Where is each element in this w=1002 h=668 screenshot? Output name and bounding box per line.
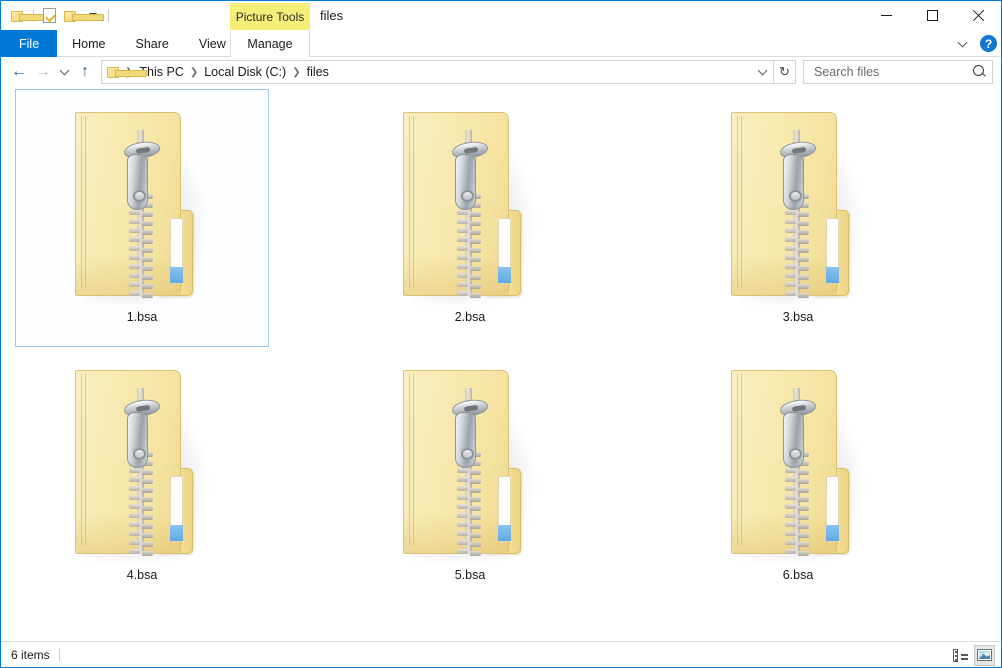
help-button[interactable]: ? xyxy=(980,35,997,52)
search-box[interactable] xyxy=(803,60,993,84)
window-title-label: files xyxy=(320,8,344,23)
close-icon xyxy=(972,9,985,22)
zipped-folder-icon xyxy=(723,364,873,560)
chevron-down-icon xyxy=(59,65,69,76)
window-controls xyxy=(863,1,1001,30)
ribbon-collapse-button[interactable] xyxy=(951,33,973,55)
file-item-1[interactable]: 1.bsa xyxy=(15,89,269,347)
recent-locations-button[interactable] xyxy=(55,60,73,84)
tab-file-label: File xyxy=(19,36,40,51)
file-item-3[interactable]: 3.bsa xyxy=(671,89,925,347)
up-arrow-icon: ↑ xyxy=(81,63,89,80)
tab-manage-label: Manage xyxy=(247,36,293,51)
file-item-4[interactable]: 4.bsa xyxy=(15,347,269,605)
file-item-6[interactable]: 6.bsa xyxy=(671,347,925,605)
address-bar: ← → ↑ ❯ This PC ❯ Local Disk (C:) ❯ file… xyxy=(1,57,1001,87)
zipped-folder-icon xyxy=(723,106,873,302)
folder-icon[interactable] xyxy=(7,5,51,27)
minimize-icon xyxy=(880,15,892,16)
zipped-folder-icon xyxy=(67,106,217,302)
up-button[interactable]: ↑ xyxy=(73,60,97,84)
view-mode-buttons xyxy=(950,642,995,668)
zipped-folder-icon xyxy=(67,364,217,560)
forward-button[interactable]: → xyxy=(31,60,55,84)
icon-grid: 1.bsa 2.bsa 3.bsa 4.bsa 5.bsa 6.bsa xyxy=(15,89,987,605)
tab-home[interactable]: Home xyxy=(57,30,120,57)
folder-icon xyxy=(107,66,147,78)
minimize-button[interactable] xyxy=(863,1,909,30)
status-divider xyxy=(58,648,60,661)
file-list-view[interactable]: 1.bsa 2.bsa 3.bsa 4.bsa 5.bsa 6.bsa xyxy=(1,87,1001,641)
folder-glyph xyxy=(11,10,51,22)
back-arrow-icon: ← xyxy=(11,63,27,80)
large-icons-view-icon xyxy=(977,649,992,661)
details-view-icon xyxy=(953,648,968,662)
zipped-folder-icon xyxy=(395,364,545,560)
chevron-down-icon xyxy=(957,37,967,47)
breadcrumb: ❯ This PC ❯ Local Disk (C:) ❯ files xyxy=(107,65,753,79)
contextual-tab-banner: Picture Tools xyxy=(230,3,310,30)
breadcrumb-separator: ❯ xyxy=(189,66,199,78)
tab-home-label: Home xyxy=(72,36,106,51)
chevron-down-icon xyxy=(757,65,767,76)
maximize-icon xyxy=(926,10,938,21)
breadcrumb-bar[interactable]: ❯ This PC ❯ Local Disk (C:) ❯ files xyxy=(101,60,774,84)
file-item-2[interactable]: 2.bsa xyxy=(343,89,597,347)
help-label: ? xyxy=(984,36,993,51)
file-item-label: 1.bsa xyxy=(126,310,158,324)
details-view-button[interactable] xyxy=(950,645,971,666)
refresh-button[interactable]: ↻ xyxy=(774,60,796,84)
back-button[interactable]: ← xyxy=(7,60,31,84)
status-bar: 6 items xyxy=(1,641,1001,667)
close-button[interactable] xyxy=(955,1,1001,30)
tab-file[interactable]: File xyxy=(1,30,58,57)
file-explorer-window: Picture Tools files File Home Share View xyxy=(0,0,1002,668)
window-title: files xyxy=(320,1,343,30)
maximize-button[interactable] xyxy=(909,1,955,30)
breadcrumb-item-files[interactable]: files xyxy=(302,65,334,79)
address-dropdown-button[interactable] xyxy=(753,61,771,83)
file-item-label: 3.bsa xyxy=(782,310,814,324)
tab-share-label: Share xyxy=(135,36,169,51)
file-item-label: 6.bsa xyxy=(782,568,814,582)
search-input[interactable] xyxy=(812,64,973,80)
tab-share[interactable]: Share xyxy=(121,30,184,57)
contextual-tab-banner-label: Picture Tools xyxy=(235,9,305,24)
file-item-label: 5.bsa xyxy=(454,568,486,582)
search-icon[interactable] xyxy=(973,65,987,79)
breadcrumb-separator: ❯ xyxy=(292,66,301,78)
refresh-icon: ↻ xyxy=(779,64,790,79)
ribbon-tab-strip: File Home Share View Manage ? xyxy=(1,30,1001,57)
title-bar: Picture Tools files xyxy=(1,1,1001,30)
large-icons-view-button[interactable] xyxy=(974,644,995,666)
breadcrumb-item-local-disk[interactable]: Local Disk (C:) xyxy=(199,65,291,79)
file-item-5[interactable]: 5.bsa xyxy=(343,347,597,605)
toolbar-divider xyxy=(108,9,109,22)
file-item-label: 4.bsa xyxy=(126,568,158,582)
ribbon-right-controls: ? xyxy=(951,30,997,57)
new-folder-icon[interactable] xyxy=(60,5,104,27)
folder-glyph xyxy=(64,10,104,22)
document-check-glyph xyxy=(42,8,56,23)
file-item-label: 2.bsa xyxy=(454,310,486,324)
item-count-label: 6 items xyxy=(11,647,50,662)
quick-access-toolbar xyxy=(7,1,113,30)
forward-arrow-icon: → xyxy=(35,63,51,80)
tab-manage[interactable]: Manage xyxy=(230,30,310,57)
ribbon-tabs: File Home Share View xyxy=(1,30,241,57)
tab-view-label: View xyxy=(198,36,226,51)
zipped-folder-icon xyxy=(395,106,545,302)
